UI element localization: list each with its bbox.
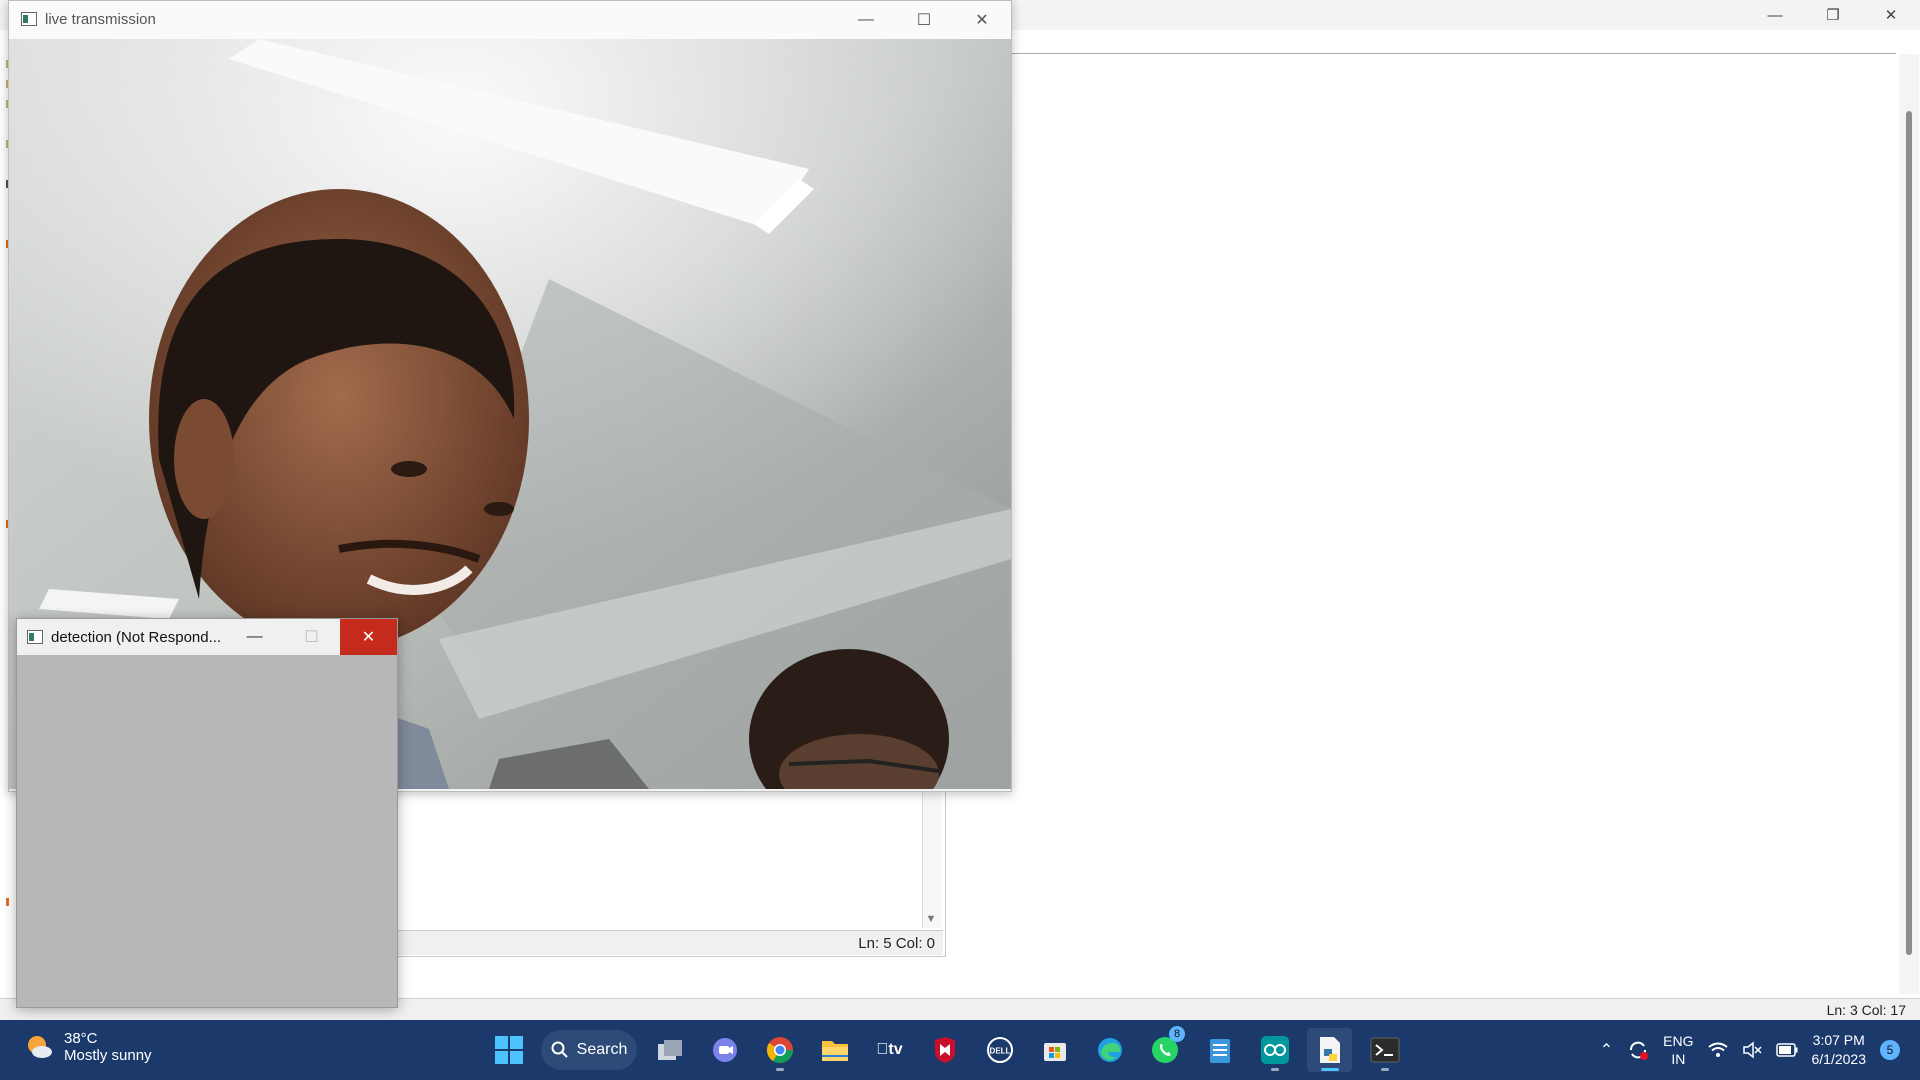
task-view-button[interactable]	[647, 1028, 692, 1072]
weather-description: Mostly sunny	[64, 1047, 152, 1064]
active-indicator	[1320, 1068, 1339, 1071]
python-idle-button[interactable]	[1307, 1028, 1352, 1072]
running-indicator	[1380, 1068, 1389, 1071]
mcafee-shield-icon	[934, 1037, 955, 1063]
apple-tv-button[interactable]: tv	[867, 1028, 912, 1072]
detection-window-controls: — ☐ ✕	[226, 619, 397, 655]
dell-button[interactable]: DELL	[977, 1028, 1022, 1072]
minimize-icon[interactable]: —	[837, 1, 895, 39]
search-button[interactable]: Search	[541, 1030, 637, 1070]
clock[interactable]: 3:07 PM 6/1/2023	[1812, 1031, 1867, 1069]
system-tray: ⌃ ENG IN 3:07 PM 6/1/2023 5	[1600, 1028, 1900, 1072]
edge-icon	[1097, 1038, 1122, 1062]
vertical-scrollbar-thumb[interactable]	[1906, 111, 1912, 955]
cursor-position: Ln: 3 Col: 17	[1826, 1002, 1906, 1018]
close-icon[interactable]: ✕	[953, 1, 1011, 39]
live-window-title-bar[interactable]: live transmission — ☐ ✕	[9, 1, 1011, 39]
secondary-editor-window	[396, 770, 946, 957]
chevron-up-icon[interactable]: ⌃	[1600, 1040, 1613, 1060]
window-title: live transmission	[45, 11, 156, 28]
minimize-icon[interactable]: —	[226, 619, 283, 655]
maximize-icon[interactable]: ☐	[895, 1, 953, 39]
region-code: IN	[1671, 1051, 1686, 1067]
arduino-button[interactable]	[1252, 1028, 1297, 1072]
language-indicator[interactable]: ENG IN	[1663, 1032, 1693, 1068]
apple-tv-icon: tv	[876, 1041, 902, 1058]
mcafee-button[interactable]	[922, 1028, 967, 1072]
divider	[1010, 53, 1896, 54]
microsoft-store-button[interactable]	[1032, 1028, 1077, 1072]
search-label: Search	[576, 1041, 628, 1058]
taskbar-apps: Search tv	[486, 1026, 1407, 1072]
notification-count-badge[interactable]: 5	[1880, 1040, 1900, 1060]
sun-cloud-icon	[28, 1036, 52, 1058]
running-indicator	[1270, 1068, 1279, 1071]
windows-logo-icon	[494, 1036, 523, 1064]
sync-icon[interactable]	[1627, 1039, 1649, 1061]
wifi-icon[interactable]	[1707, 1042, 1728, 1058]
date: 6/1/2023	[1811, 1051, 1867, 1067]
language-code: ENG	[1663, 1033, 1694, 1049]
notepad-button[interactable]	[1197, 1028, 1242, 1072]
scroll-down-arrow-icon[interactable]: ▼	[922, 910, 940, 928]
file-explorer-button[interactable]	[812, 1028, 857, 1072]
weather-temperature: 38°C	[64, 1030, 98, 1047]
teams-chat-button[interactable]	[702, 1028, 747, 1072]
time: 3:07 PM	[1812, 1032, 1865, 1048]
python-file-icon	[1319, 1037, 1340, 1063]
teams-chat-icon	[712, 1038, 737, 1062]
chrome-icon	[766, 1037, 793, 1064]
notification-badge: 8	[1169, 1026, 1185, 1042]
app-window-icon	[27, 630, 43, 644]
chrome-button[interactable]	[757, 1028, 802, 1072]
background-window-controls: — ❐ ✕	[1746, 0, 1920, 30]
secondary-status-bar: Ln: 5 Col: 0	[397, 930, 943, 955]
secondary-scrollbar[interactable]	[922, 770, 941, 928]
gutter-mark	[6, 898, 9, 906]
arduino-icon	[1260, 1036, 1289, 1064]
dell-logo-icon: DELL	[986, 1037, 1013, 1063]
svg-text:DELL: DELL	[989, 1047, 1010, 1056]
battery-icon[interactable]	[1775, 1043, 1798, 1057]
detection-title-bar[interactable]: detection (Not Respond... — ☐ ✕	[17, 619, 397, 655]
whatsapp-button[interactable]: 8	[1142, 1026, 1187, 1072]
notepad-icon	[1209, 1039, 1230, 1063]
cursor-position: Ln: 5 Col: 0	[858, 935, 935, 952]
close-icon[interactable]: ✕	[340, 619, 397, 655]
window-title: detection (Not Respond...	[51, 629, 222, 646]
terminal-icon	[1370, 1037, 1399, 1063]
maximize-icon[interactable]: ☐	[283, 619, 340, 655]
running-indicator	[775, 1068, 784, 1071]
start-button[interactable]	[486, 1028, 531, 1072]
store-bag-icon	[1043, 1043, 1066, 1061]
folder-icon	[821, 1041, 848, 1061]
weather-widget[interactable]: 38°C Mostly sunny	[24, 1030, 152, 1064]
search-icon	[551, 1041, 568, 1058]
close-icon[interactable]: ✕	[1862, 0, 1920, 30]
terminal-button[interactable]	[1362, 1028, 1407, 1072]
detection-window[interactable]: detection (Not Respond... — ☐ ✕	[16, 618, 398, 1008]
live-window-controls: — ☐ ✕	[837, 1, 1011, 39]
speaker-muted-icon[interactable]	[1742, 1041, 1762, 1059]
minimize-icon[interactable]: —	[1746, 0, 1804, 30]
app-window-icon	[21, 12, 37, 26]
task-view-icon	[657, 1040, 682, 1060]
edge-button[interactable]	[1087, 1028, 1132, 1072]
taskbar: 38°C Mostly sunny Search tv DELL 8 ⌃ ENG…	[0, 1020, 1920, 1080]
restore-icon[interactable]: ❐	[1804, 0, 1862, 30]
